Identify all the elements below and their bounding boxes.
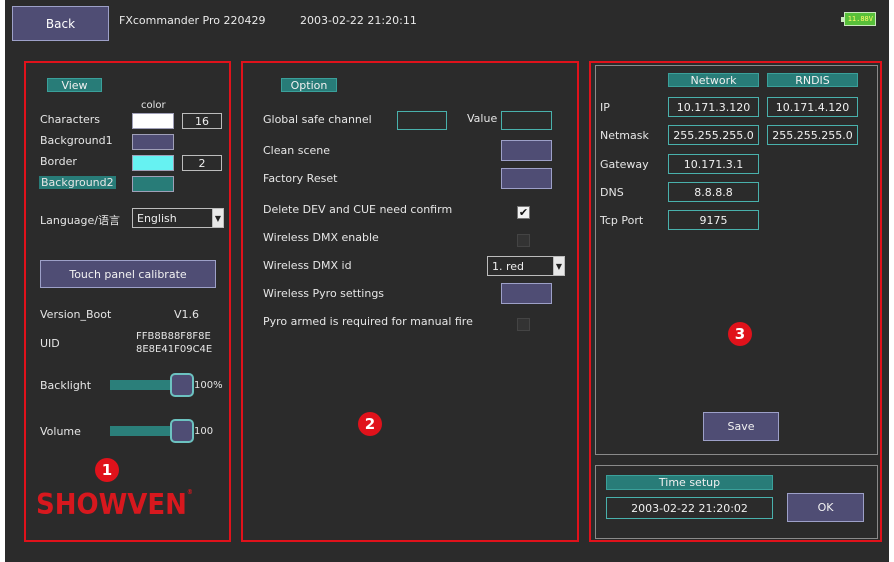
version-label: Version_Boot: [40, 308, 112, 321]
device-screen: Back FXcommander Pro 220429 2003-02-22 2…: [5, 0, 889, 562]
version-value: V1.6: [174, 308, 200, 321]
characters-size-field[interactable]: 16: [182, 113, 222, 129]
backlight-value: 100%: [194, 380, 223, 391]
rndis-column-tag: RNDIS: [767, 73, 858, 87]
global-safe-channel-field[interactable]: [397, 111, 447, 130]
battery-indicator: 11.88V: [841, 12, 876, 26]
netmask-rndis-field[interactable]: 255.255.255.0: [767, 125, 858, 145]
badge-1: 1: [95, 458, 119, 482]
uid-value-line1: FFB8B88F8F8E: [136, 331, 211, 342]
ip-network-field[interactable]: 10.171.3.120: [668, 97, 759, 117]
clean-scene-label: Clean scene: [263, 144, 330, 157]
wireless-dmx-enable-checkbox[interactable]: [517, 234, 530, 247]
showven-logo: SHOWVEN®: [36, 489, 193, 522]
language-select[interactable]: English ▼: [132, 208, 224, 228]
dns-field[interactable]: 8.8.8.8: [668, 182, 759, 202]
delete-confirm-label: Delete DEV and CUE need confirm: [263, 203, 453, 216]
netmask-network-field[interactable]: 255.255.255.0: [668, 125, 759, 145]
time-ok-button[interactable]: OK: [787, 493, 864, 522]
border-width-field[interactable]: 2: [182, 155, 222, 171]
volume-value: 100: [194, 426, 214, 437]
back-button[interactable]: Back: [12, 6, 109, 41]
language-selected-value: English: [137, 211, 177, 225]
ip-rndis-field[interactable]: 10.171.4.120: [767, 97, 858, 117]
top-bar: Back FXcommander Pro 220429 2003-02-22 2…: [5, 0, 889, 46]
dmx-id-selected-value: 1. red: [492, 259, 525, 273]
header-datetime: 2003-02-22 21:20:11: [300, 14, 417, 27]
dns-label: DNS: [600, 186, 624, 199]
wireless-dmx-enable-label: Wireless DMX enable: [263, 231, 379, 244]
save-button[interactable]: Save: [703, 412, 779, 441]
chevron-down-icon: ▼: [553, 257, 564, 275]
pyro-armed-checkbox[interactable]: [517, 318, 530, 331]
characters-label: Characters: [40, 113, 101, 126]
global-safe-channel-label: Global safe channel: [263, 113, 372, 126]
border-label: Border: [40, 155, 77, 168]
background2-label: Background2: [39, 176, 116, 189]
logo-text: SHOWVEN: [36, 488, 187, 522]
view-section-tag: View: [47, 78, 102, 92]
option-section-tag: Option: [281, 78, 337, 92]
view-panel: View color Characters 16 Background1 Bor…: [24, 61, 231, 542]
background1-color-swatch[interactable]: [132, 134, 174, 150]
volume-slider-handle[interactable]: [170, 419, 194, 443]
option-panel: Option Global safe channel Value Clean s…: [241, 61, 579, 542]
characters-color-swatch[interactable]: [132, 113, 174, 129]
network-column-tag: Network: [668, 73, 759, 87]
app-title: FXcommander Pro 220429: [119, 14, 266, 27]
global-safe-value-field[interactable]: [501, 111, 552, 130]
border-color-swatch[interactable]: [132, 155, 174, 171]
chevron-down-icon: ▼: [212, 209, 223, 227]
network-panel: Network RNDIS IP 10.171.3.120 10.171.4.1…: [589, 61, 882, 542]
wireless-dmx-id-label: Wireless DMX id: [263, 259, 352, 272]
tcp-port-label: Tcp Port: [600, 214, 644, 227]
time-setup-tag: Time setup: [606, 475, 773, 490]
uid-label: UID: [40, 337, 60, 350]
color-header: color: [141, 100, 166, 111]
wireless-pyro-label: Wireless Pyro settings: [263, 287, 385, 300]
background2-color-swatch[interactable]: [132, 176, 174, 192]
background1-label: Background1: [40, 134, 113, 147]
factory-reset-button[interactable]: [501, 168, 552, 189]
wireless-dmx-id-select[interactable]: 1. red ▼: [487, 256, 565, 276]
ip-label: IP: [600, 101, 610, 114]
factory-reset-label: Factory Reset: [263, 172, 338, 185]
gateway-field[interactable]: 10.171.3.1: [668, 154, 759, 174]
value-label: Value: [467, 112, 498, 125]
wireless-pyro-settings-button[interactable]: [501, 283, 552, 304]
tcp-port-field[interactable]: 9175: [668, 210, 759, 230]
touch-calibrate-button[interactable]: Touch panel calibrate: [40, 260, 216, 288]
badge-2: 2: [358, 412, 382, 436]
gateway-label: Gateway: [600, 158, 649, 171]
delete-confirm-checkbox[interactable]: ✔: [517, 206, 530, 219]
backlight-slider-handle[interactable]: [170, 373, 194, 397]
battery-icon: [841, 17, 844, 22]
pyro-armed-label: Pyro armed is required for manual fire: [263, 315, 473, 328]
registered-mark-icon: ®: [186, 488, 193, 497]
badge-3: 3: [728, 322, 752, 346]
volume-label: Volume: [40, 425, 81, 438]
battery-voltage: 11.88V: [847, 15, 873, 23]
time-field[interactable]: 2003-02-22 21:20:02: [606, 497, 773, 519]
backlight-label: Backlight: [40, 379, 92, 392]
language-label: Language/语言: [40, 214, 120, 227]
network-subpanel: [595, 65, 878, 455]
uid-value-line2: 8E8E41F09C4E: [136, 344, 213, 355]
clean-scene-button[interactable]: [501, 140, 552, 161]
netmask-label: Netmask: [600, 129, 649, 142]
